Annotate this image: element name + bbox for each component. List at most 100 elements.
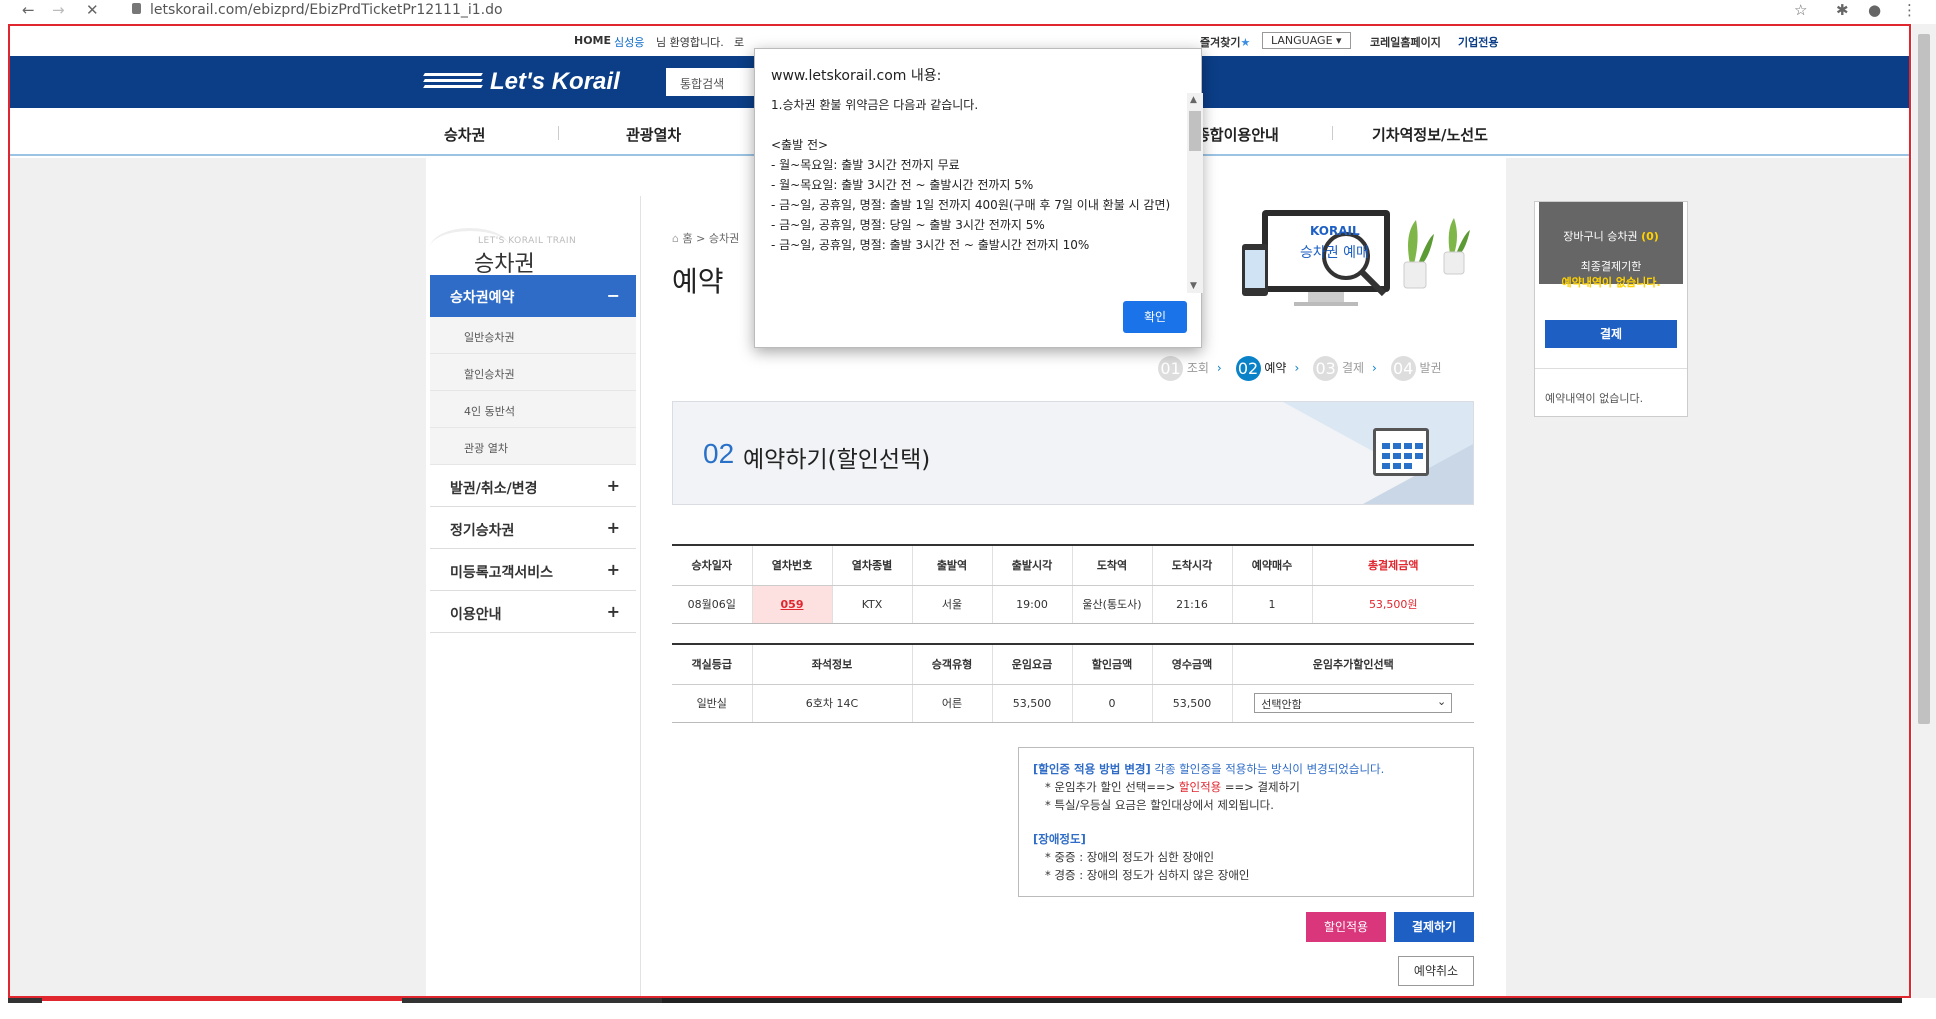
korail-home-link[interactable]: 코레일홈페이지 [1370,34,1441,50]
train-number-link[interactable]: 059 [781,598,804,611]
sidebar-item-guest-service[interactable]: 미등록고객서비스 + [430,549,636,591]
table-cell: 6호차 14C [752,684,913,723]
scroll-up-icon[interactable]: ▲ [1190,95,1197,105]
nav-station-info[interactable]: 기차역정보/노선도 [1372,124,1488,145]
discount-select[interactable]: 선택안함 ⌄ [1254,693,1453,713]
dialog-title: www.letskorail.com 내용: [771,68,942,84]
step-number: 01 [1158,356,1183,381]
sidebar-item-label: 이용안내 [450,607,502,623]
sidebar-sub-discount[interactable]: 할인승차권 [430,354,636,391]
home-icon[interactable]: ⌂ [672,232,679,245]
step-search: 01 조회 [1158,356,1209,381]
train-info-table: 승차일자 열차번호 열차종별 출발역 출발시각 도착역 도착시각 예약매수 총결… [672,544,1474,624]
nav-guide[interactable]: 종합이용안내 [1196,124,1279,145]
scroll-thumb[interactable] [1918,34,1930,724]
scroll-down-icon[interactable]: ▼ [1190,281,1197,291]
logout-link[interactable]: 로 [734,34,744,50]
breadcrumb-current[interactable]: 승차권 [709,232,739,245]
back-icon[interactable]: ← [22,1,35,19]
corporate-link[interactable]: 기업전용 [1458,34,1498,50]
welcome-text: 님 환영합니다. [656,36,724,49]
user-name: 심성응 [614,36,645,49]
sidebar-item-label: 미등록고객서비스 [450,565,554,581]
chevron-down-icon: ⌄ [1437,695,1447,708]
cart-count: (0) [1641,230,1659,243]
cart-panel: 장바구니 승차권 (0) 최종결제기한 예약내역이 없습니다. 결제 예약내역이… [1534,201,1688,417]
cart-summary: 장바구니 승차권 (0) 최종결제기한 예약내역이 없습니다. [1539,202,1683,289]
sidebar-item-usage-guide[interactable]: 이용안내 + [430,591,636,633]
nav-tickets[interactable]: 승차권 [444,124,485,145]
ticket-booking-illustration: KORAIL 승차권 예매 [1238,204,1478,320]
lock-icon [132,3,141,14]
sidebar-hero-title: 승차권 [474,252,535,277]
sidebar-item-label: 승차권예약 [450,290,515,306]
page-scrollbar[interactable] [1912,24,1936,998]
favorites-link[interactable]: 즐겨찾기★ [1200,34,1250,50]
notice-text: * 경증 : 장애의 정도가 심하지 않은 장애인 [1045,868,1250,882]
sidebar-sub-general[interactable]: 일반승차권 [430,317,636,354]
total-amount: 53,500원 [1312,585,1474,624]
column-header: 열차종별 [832,545,913,586]
column-header: 출발시각 [992,545,1073,586]
step-label: 예약 [1264,361,1287,375]
alert-dialog: www.letskorail.com 내용: 1.승차권 환불 위약금은 다음과… [754,48,1203,348]
column-header: 예약매수 [1232,545,1313,586]
notice-text: * 운임추가 할인 선택==> [1045,780,1179,794]
menu-icon[interactable]: ⋮ [1902,1,1917,19]
step-payment: 03 결제 [1313,356,1364,381]
step-number: 02 [1235,356,1261,381]
sidebar-item-issue-cancel[interactable]: 발권/취소/변경 + [430,465,636,507]
profile-icon[interactable]: ● [1868,1,1881,19]
banner-number: 02 [703,438,735,469]
scroll-thumb[interactable] [1189,111,1201,151]
cart-pay-button[interactable]: 결제 [1545,320,1677,348]
step-number: 03 [1313,356,1339,381]
table-header-row: 승차일자 열차번호 열차종별 출발역 출발시각 도착역 도착시각 예약매수 총결… [672,545,1474,586]
favorites-label: 즐겨찾기 [1200,36,1241,49]
table-cell: 0 [1072,684,1153,723]
table-cell: 울산(통도사) [1072,585,1153,624]
address-bar[interactable]: letskorail.com/ebizprd/EbizPrdTicketPr12… [150,2,503,18]
star-icon: ★ [1240,36,1251,49]
sidebar-item-ticket-reservation[interactable]: 승차권예약 − [430,275,636,317]
integrated-search[interactable]: 통합검색 [666,68,756,96]
logo-text: Let's Korail [490,68,620,95]
table-header-row: 객실등급 좌석정보 승객유형 운임요금 할인금액 영수금액 운임추가할인선택 [672,644,1474,685]
cart-empty-text: 예약내역이 없습니다. [1545,392,1644,405]
forward-icon[interactable]: → [52,1,65,19]
sidebar: LET'S KORAIL TRAIN 승차권 승차권예약 − 일반승차권 할인승… [430,170,636,633]
sidebar-hero: LET'S KORAIL TRAIN 승차권 [430,170,636,277]
home-link[interactable]: HOME [574,34,611,47]
breadcrumb-home[interactable]: 홈 [682,232,692,245]
pay-button[interactable]: 결제하기 [1394,912,1474,942]
nav-tour-train[interactable]: 관광열차 [626,124,681,145]
extensions-icon[interactable]: ✱ [1836,1,1849,19]
column-header: 도착시각 [1152,545,1233,586]
table-row: 일반실 6호차 14C 어른 53,500 0 53,500 선택안함 ⌄ [672,684,1474,723]
logo-stripes [423,73,483,91]
site-logo[interactable]: Let's Korail [423,68,620,96]
chevron-right-icon: › [1294,361,1300,375]
illustration-caption: 승차권 예매 [1300,245,1369,261]
table-cell: 서울 [912,585,993,624]
dialog-ok-button[interactable]: 확인 [1123,301,1187,333]
dialog-scrollbar[interactable]: ▲ ▼ [1187,93,1203,293]
table-cell: 53,500 [992,684,1073,723]
collapse-icon: − [606,286,620,305]
language-select[interactable]: LANGUAGE ▾ [1262,32,1351,49]
plus-icon: + [606,476,620,495]
cancel-reservation-button[interactable]: 예약취소 [1398,956,1474,986]
notice-text: * 중증 : 장애의 정도가 심한 장애인 [1045,850,1215,864]
fare-table: 객실등급 좌석정보 승객유형 운임요금 할인금액 영수금액 운임추가할인선택 일… [672,643,1474,723]
column-header: 승차일자 [672,545,753,586]
section-banner: 02 예약하기(할인선택) [672,401,1474,505]
apply-discount-button[interactable]: 할인적용 [1306,912,1386,942]
sidebar-item-season-ticket[interactable]: 정기승차권 + [430,507,636,549]
star-icon[interactable]: ☆ [1794,1,1807,19]
breadcrumb-separator: > [696,232,706,245]
breadcrumb: ⌂ 홈 > 승차권 [672,230,739,246]
sidebar-sub-four-seat[interactable]: 4인 동반석 [430,391,636,428]
sidebar-sub-tour[interactable]: 관광 열차 [430,428,636,465]
stop-loading-icon[interactable]: ✕ [86,1,99,19]
table-cell: 059 [752,585,833,624]
